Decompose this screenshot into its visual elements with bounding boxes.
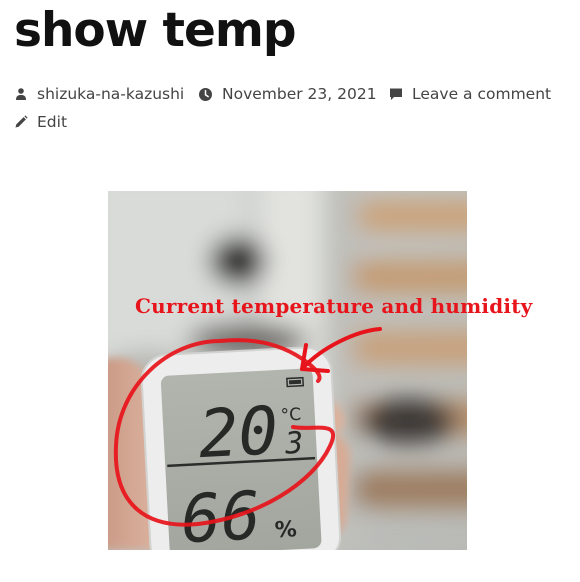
person-icon xyxy=(16,88,26,100)
lcd-temperature-decimal: 3 xyxy=(283,426,304,462)
thermometer-photo: 20 °C 3 66 % xyxy=(108,191,467,550)
pencil-icon xyxy=(15,115,28,128)
comment-icon xyxy=(390,88,402,100)
post-author: shizuka-na-kazushi xyxy=(14,85,184,103)
lcd-temperature: 20 xyxy=(197,392,280,473)
clock-icon xyxy=(199,87,212,101)
comment-link[interactable]: Leave a comment xyxy=(412,85,551,103)
edit-link[interactable]: Edit xyxy=(37,113,67,131)
lcd-humidity-unit: % xyxy=(274,517,297,543)
date-link[interactable]: November 23, 2021 xyxy=(222,85,377,103)
lcd-temperature-unit: °C xyxy=(280,405,301,426)
author-link[interactable]: shizuka-na-kazushi xyxy=(37,85,184,103)
annotation-label: Current temperature and humidity xyxy=(135,294,533,318)
lcd-humidity: 66 xyxy=(179,477,262,550)
post-title: show temp xyxy=(14,3,296,58)
post-date: November 23, 2021 xyxy=(198,85,377,103)
post-edit: Edit xyxy=(14,113,67,131)
post-comments: Leave a comment xyxy=(389,85,551,103)
